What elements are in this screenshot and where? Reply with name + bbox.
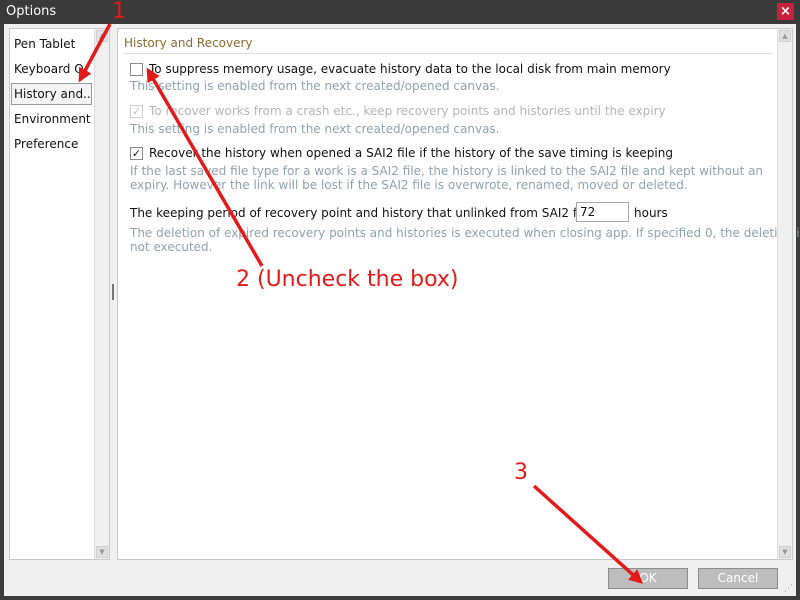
- section-divider: [124, 53, 772, 54]
- checkmark-icon: ✓: [131, 105, 142, 118]
- option-note: If the last saved file type for a work i…: [130, 164, 764, 178]
- keeping-period-unit: hours: [634, 206, 668, 220]
- resize-grip-icon[interactable]: ⋰: [784, 584, 794, 594]
- keep-recovery-label: To recover works from a crash etc., keep…: [149, 104, 666, 118]
- recover-history-checkbox[interactable]: ✓: [130, 147, 143, 160]
- annotation-label-2: 2 (Uncheck the box): [236, 267, 459, 292]
- scroll-up-icon[interactable]: ▲: [779, 30, 791, 42]
- recover-history-label: Recover the history when opened a SAI2 f…: [149, 146, 673, 160]
- window-title: Options: [6, 4, 57, 19]
- option-note: The deletion of expired recovery points …: [130, 226, 800, 240]
- settings-panel: History and Recovery To suppress memory …: [117, 28, 800, 560]
- sidebar-scrollbar[interactable]: ▲ ▼: [94, 29, 109, 559]
- sidebar-item-environment[interactable]: Environment: [11, 108, 92, 130]
- close-button[interactable]: ×: [777, 3, 794, 20]
- sidebar-item-history[interactable]: History and...: [11, 83, 92, 105]
- panel-scrollbar[interactable]: ▲ ▼: [777, 29, 792, 559]
- sidebar-item-pen-tablet[interactable]: Pen Tablet: [11, 33, 92, 55]
- annotation-label-3: 3: [514, 460, 528, 485]
- keep-recovery-checkbox: ✓: [130, 105, 143, 118]
- suppress-memory-checkbox[interactable]: [130, 63, 143, 76]
- keeping-period-input[interactable]: [576, 202, 629, 222]
- ok-button[interactable]: OK: [608, 568, 688, 589]
- category-list: Pen Tablet Keyboard Q History and... Env…: [9, 28, 110, 560]
- scroll-down-icon[interactable]: ▼: [779, 546, 791, 558]
- option-note: This setting is enabled from the next cr…: [130, 79, 500, 93]
- annotation-label-1: 1: [112, 0, 126, 24]
- checkmark-icon: ✓: [131, 147, 142, 160]
- section-title: History and Recovery: [124, 36, 253, 50]
- option-note: expiry. However the link will be lost if…: [130, 178, 688, 192]
- scroll-up-icon[interactable]: ▲: [96, 30, 108, 42]
- close-icon: ×: [780, 4, 791, 19]
- option-note: not executed.: [130, 240, 213, 254]
- keeping-period-label: The keeping period of recovery point and…: [130, 206, 599, 220]
- dialog-body: Pen Tablet Keyboard Q History and... Env…: [4, 24, 800, 596]
- sidebar-item-keyboard[interactable]: Keyboard Q: [11, 58, 92, 80]
- suppress-memory-label: To suppress memory usage, evacuate histo…: [149, 62, 671, 76]
- cancel-button[interactable]: Cancel: [698, 568, 778, 589]
- splitter-handle[interactable]: [112, 284, 114, 300]
- option-note: This setting is enabled from the next cr…: [130, 122, 500, 136]
- scroll-down-icon[interactable]: ▼: [96, 546, 108, 558]
- sidebar-item-preference[interactable]: Preference: [11, 133, 92, 155]
